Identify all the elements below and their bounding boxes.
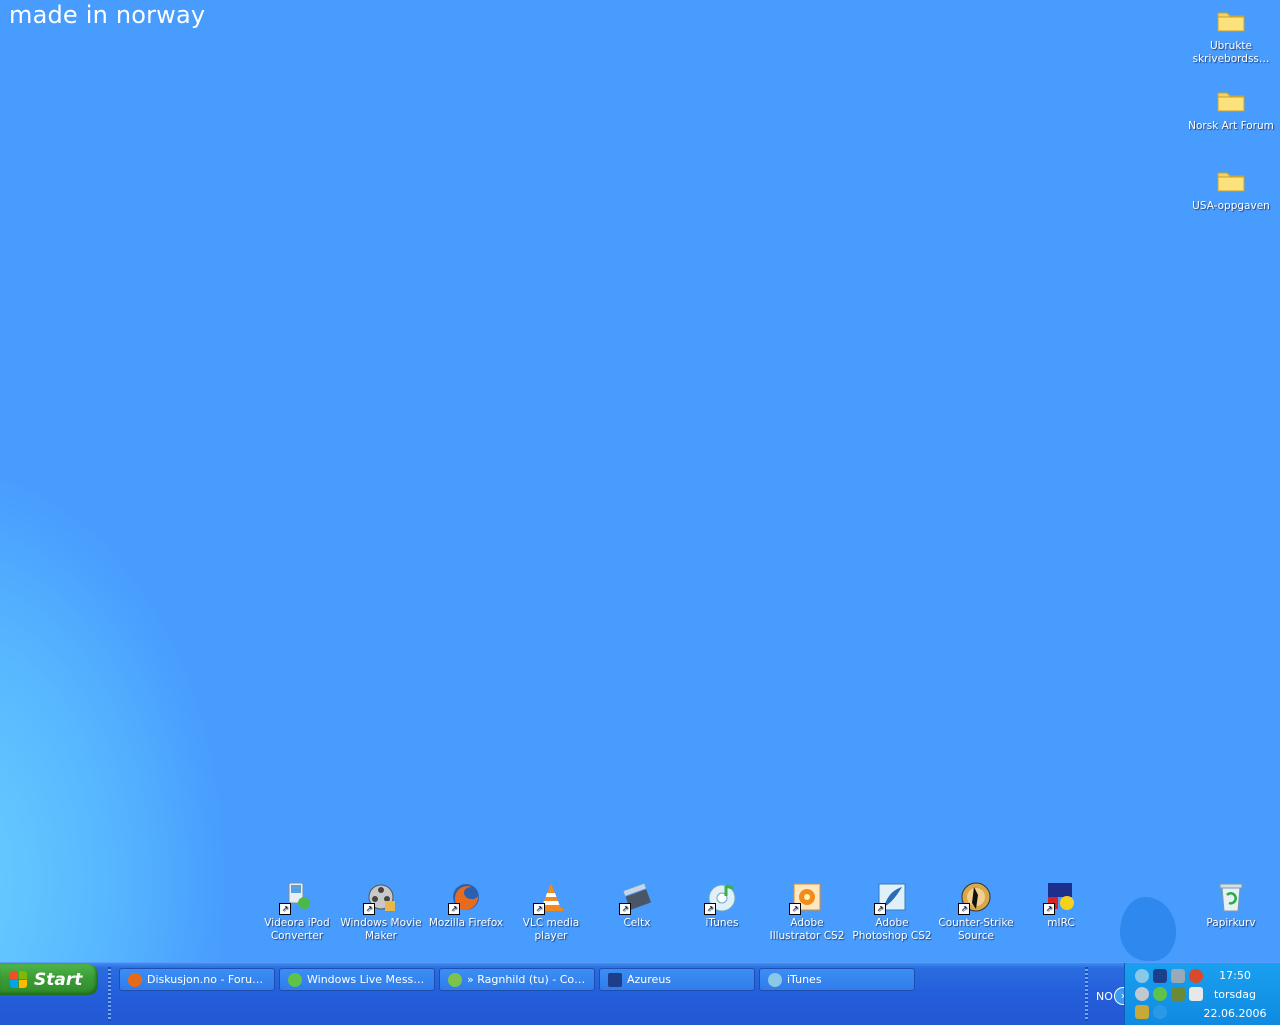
folder-icon bbox=[1215, 84, 1247, 116]
messenger-chat-icon bbox=[448, 972, 462, 987]
folder-icon bbox=[1215, 4, 1247, 36]
windows-logo-icon bbox=[10, 970, 28, 989]
desktop-icon-itunes[interactable]: ↗ iTunes bbox=[678, 881, 766, 930]
taskbar-button-itunes[interactable]: iTunes bbox=[759, 968, 915, 991]
display-tray-icon[interactable] bbox=[1171, 969, 1185, 983]
language-indicator[interactable]: NO bbox=[1096, 990, 1113, 1003]
desktop-icon-vlc[interactable]: ↗ VLC media player bbox=[507, 881, 595, 943]
toolbar-handle[interactable] bbox=[108, 967, 111, 1021]
firefox-icon bbox=[128, 972, 142, 987]
firefox-icon: ↗ bbox=[448, 881, 482, 915]
folder-icon bbox=[1215, 164, 1247, 196]
desktop: made in norway Ubrukte skrivebordss… Nor… bbox=[0, 0, 1280, 962]
ipod-converter-icon: ↗ bbox=[279, 881, 313, 915]
clock-date: 22.06.2006 bbox=[1203, 1007, 1267, 1020]
desktop-icon-firefox[interactable]: ↗ Mozilla Firefox bbox=[422, 881, 510, 930]
azureus-tray-icon[interactable] bbox=[1153, 969, 1167, 983]
itunes-icon: ↗ bbox=[704, 881, 738, 915]
desktop-icon-mirc[interactable]: ↗ mIRC bbox=[1017, 881, 1105, 930]
messenger-icon bbox=[288, 972, 302, 987]
settings-tray-icon[interactable] bbox=[1135, 1005, 1149, 1019]
mirc-icon: ↗ bbox=[1043, 881, 1077, 915]
taskbar: Start Diskusjon.no - Forum … Windows Liv… bbox=[0, 962, 1280, 1025]
desktop-icon-celtx[interactable]: ↗ Celtx bbox=[593, 881, 681, 930]
taskbar-button-messenger[interactable]: Windows Live Messen… bbox=[279, 968, 435, 991]
messenger-tray-icon[interactable] bbox=[1153, 987, 1167, 1001]
taskbar-button-diskusjon[interactable]: Diskusjon.no - Forum … bbox=[119, 968, 275, 991]
desktop-icon-counter-strike[interactable]: ↗ Counter-Strike Source bbox=[932, 881, 1020, 943]
start-label: Start bbox=[34, 969, 83, 990]
clock-time[interactable]: 17:50 bbox=[1190, 969, 1280, 982]
volume-tray-icon[interactable] bbox=[1135, 987, 1149, 1001]
taskbar-button-ragnhild-chat[interactable]: » Ragnhild (tu) - Con… bbox=[439, 968, 595, 991]
celtx-icon: ↗ bbox=[619, 881, 653, 915]
clock-day: torsdag bbox=[1213, 988, 1256, 1001]
azureus-icon bbox=[608, 972, 622, 987]
desktop-icon-folder-norsk-art-forum[interactable]: Norsk Art Forum bbox=[1187, 84, 1275, 133]
desktop-icon-folder-usa-oppgaven[interactable]: USA-oppgaven bbox=[1187, 164, 1275, 213]
vlc-icon: ↗ bbox=[533, 881, 567, 915]
counter-strike-icon: ↗ bbox=[958, 881, 992, 915]
photoshop-icon: ↗ bbox=[874, 881, 908, 915]
desktop-icon-illustrator[interactable]: ↗ Adobe Illustrator CS2 bbox=[763, 881, 851, 943]
desktop-icon-movie-maker[interactable]: ↗ Windows Movie Maker bbox=[337, 881, 425, 943]
search-tray-icon[interactable] bbox=[1153, 1005, 1167, 1019]
desktop-icon-photoshop[interactable]: ↗ Adobe Photoshop CS2 bbox=[848, 881, 936, 943]
network-tray-icon[interactable] bbox=[1171, 987, 1185, 1001]
wallpaper-text: made in norway bbox=[9, 1, 206, 29]
itunes-tray-icon[interactable] bbox=[1135, 969, 1149, 983]
itunes-icon bbox=[768, 972, 782, 987]
wallpaper-shape bbox=[1120, 897, 1176, 961]
start-button[interactable]: Start bbox=[0, 964, 98, 995]
desktop-icon-recycle-bin[interactable]: Papirkurv bbox=[1187, 881, 1275, 930]
illustrator-icon: ↗ bbox=[789, 881, 823, 915]
recycle-bin-icon bbox=[1215, 881, 1247, 913]
movie-maker-icon: ↗ bbox=[363, 881, 397, 915]
taskbar-button-azureus[interactable]: Azureus bbox=[599, 968, 755, 991]
toolbar-handle[interactable] bbox=[1085, 967, 1088, 1021]
desktop-icon-videora[interactable]: ↗ Videora iPod Converter bbox=[253, 881, 341, 943]
desktop-icon-folder-ubrukte[interactable]: Ubrukte skrivebordss… bbox=[1187, 4, 1275, 66]
